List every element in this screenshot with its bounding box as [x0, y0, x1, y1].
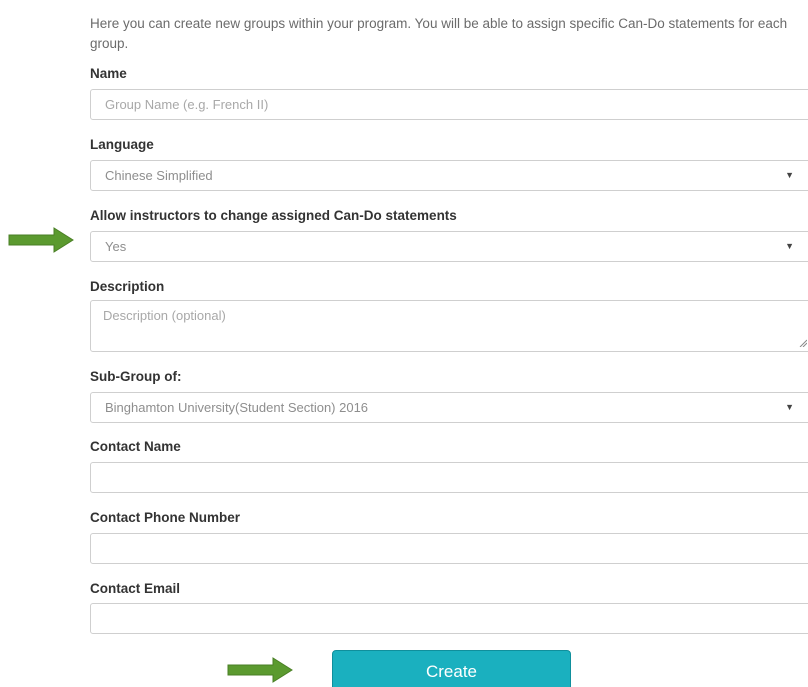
language-label: Language	[90, 137, 154, 152]
create-button[interactable]: Create	[332, 650, 571, 687]
subgroup-select[interactable]: Binghamton University(Student Section) 2…	[90, 392, 808, 423]
contact-phone-input[interactable]	[90, 533, 808, 564]
right-arrow-icon	[227, 657, 293, 683]
right-arrow-icon	[8, 227, 74, 253]
language-select[interactable]: Chinese Simplified ▼	[90, 160, 808, 191]
resize-grip-icon[interactable]	[799, 339, 807, 347]
subgroup-select-value: Binghamton University(Student Section) 2…	[105, 400, 369, 415]
caret-down-icon: ▼	[785, 170, 794, 180]
description-label: Description	[90, 279, 165, 294]
allow-change-select[interactable]: Yes ▼	[90, 231, 808, 262]
contact-name-input[interactable]	[90, 462, 808, 493]
contact-email-label: Contact Email	[90, 581, 181, 596]
caret-down-icon: ▼	[785, 402, 794, 412]
subgroup-label: Sub-Group of:	[90, 369, 182, 384]
allow-change-label: Allow instructors to change assigned Can…	[90, 208, 457, 223]
language-select-value: Chinese Simplified	[105, 168, 213, 183]
intro-text: Here you can create new groups within yo…	[90, 16, 788, 51]
allow-change-select-value: Yes	[105, 239, 127, 254]
group-name-input[interactable]	[90, 89, 808, 120]
name-label: Name	[90, 66, 127, 81]
contact-name-label: Contact Name	[90, 439, 181, 454]
contact-phone-label: Contact Phone Number	[90, 510, 241, 525]
description-textarea[interactable]	[90, 300, 808, 352]
contact-email-input[interactable]	[90, 603, 808, 634]
caret-down-icon: ▼	[785, 241, 794, 251]
